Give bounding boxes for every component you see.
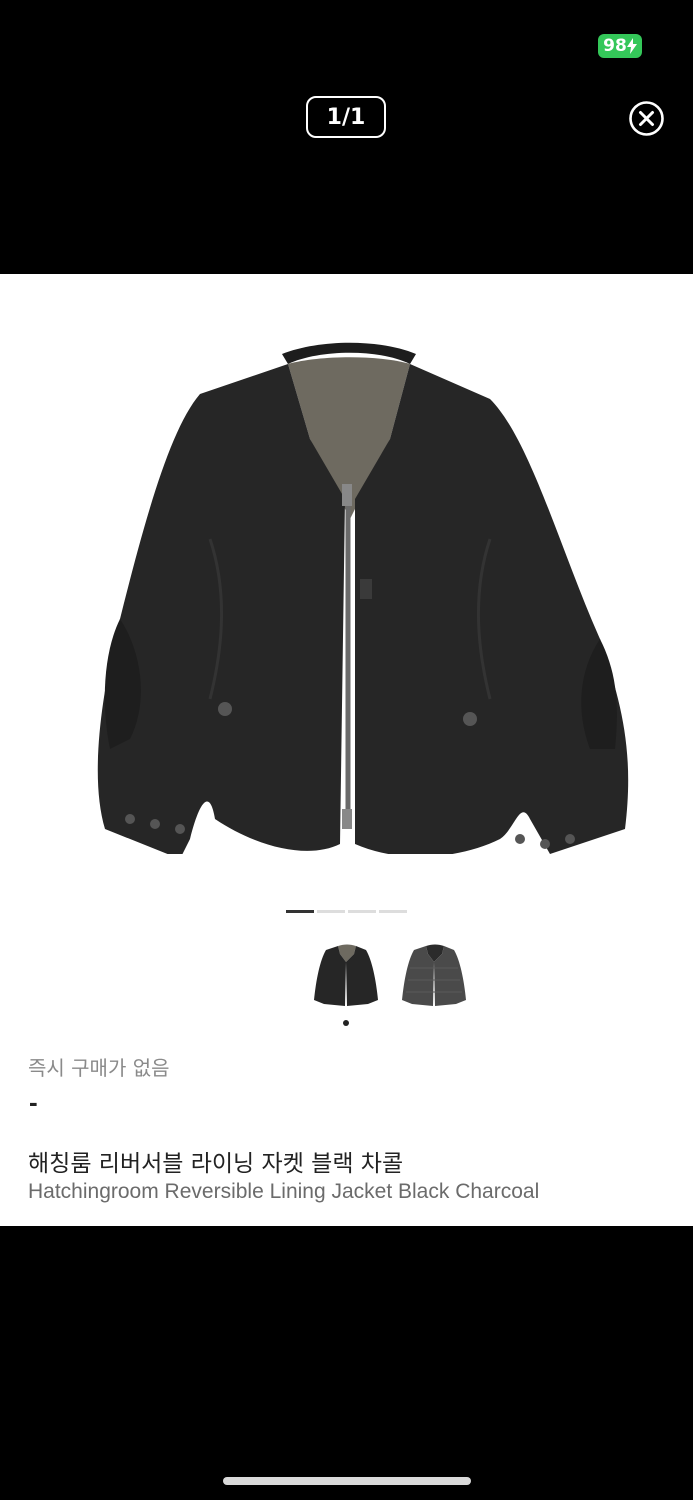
- image-pager: [286, 910, 407, 913]
- thumbnail-black[interactable]: [310, 940, 382, 1012]
- pager-dot: [317, 910, 345, 913]
- charging-bolt-icon: [626, 38, 637, 54]
- battery-level: 98: [603, 36, 627, 56]
- selected-thumbnail-dot: [343, 1020, 349, 1026]
- close-icon: [629, 101, 664, 136]
- image-counter-text: 1/1: [326, 104, 366, 130]
- status-bar: 98: [0, 0, 693, 70]
- image-counter: 1/1: [306, 96, 386, 138]
- thumbnail-charcoal-image: [402, 944, 466, 1006]
- home-indicator: [223, 1477, 471, 1485]
- battery-indicator: 98: [598, 34, 642, 58]
- price: -: [29, 1087, 38, 1117]
- product-name-english: Hatchingroom Reversible Lining Jacket Bl…: [28, 1180, 540, 1203]
- pager-dot-active: [286, 910, 314, 913]
- product-image[interactable]: [60, 319, 635, 854]
- pager-dot: [348, 910, 376, 913]
- product-sheet: 즉시 구매가 없음 - 해칭룸 리버서블 라이닝 자켓 블랙 차콜 Hatchi…: [0, 274, 693, 1226]
- instant-buy-status: 즉시 구매가 없음: [28, 1056, 170, 1080]
- thumbnail-charcoal[interactable]: [398, 940, 470, 1012]
- thumbnail-black-image: [314, 944, 378, 1006]
- product-name-korean: 해칭룸 리버서블 라이닝 자켓 블랙 차콜: [28, 1151, 404, 1177]
- close-button[interactable]: [628, 100, 665, 137]
- color-thumbnails: [310, 940, 470, 1012]
- pager-dot: [379, 910, 407, 913]
